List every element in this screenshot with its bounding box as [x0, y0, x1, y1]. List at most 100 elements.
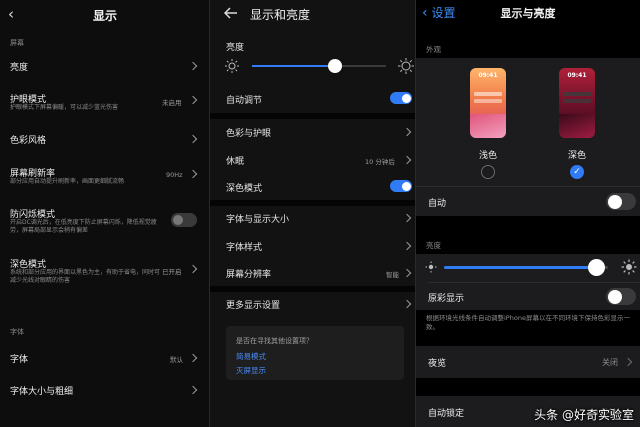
row-title: 色彩与护眼 — [226, 129, 272, 139]
brightness-slider[interactable] — [252, 59, 386, 73]
row-title: 字体样式 — [226, 243, 263, 253]
display-settings-panel-3: ‹ 设置 显示与亮度 外观 09:41 浅色 09:41 深色 ✓ 自动 亮度 … — [416, 0, 640, 427]
toggle-knob — [173, 215, 183, 225]
dark-mode-toggle[interactable] — [390, 180, 412, 192]
chevron-right-icon — [402, 299, 412, 309]
row-divider — [416, 186, 640, 187]
row-title: 休眠 — [226, 157, 245, 167]
toggle-knob — [607, 194, 622, 209]
brightness-label: 亮度 — [226, 43, 245, 53]
preview-wallpaper — [470, 114, 506, 138]
chevron-right-icon — [402, 213, 412, 223]
preview-time: 09:41 — [567, 72, 587, 79]
light-mode-radio[interactable] — [481, 165, 495, 179]
night-shift-label: 夜览 — [428, 359, 447, 369]
row-value: 90Hz — [166, 171, 183, 179]
row-description: 部分应用自动提升刷新率，画面更细腻流畅 — [10, 178, 125, 185]
toggle-knob — [401, 93, 411, 103]
row-value: 未启用 — [162, 99, 182, 107]
link-simple-mode[interactable]: 简易模式 — [236, 351, 266, 362]
preview-notification — [474, 92, 502, 96]
row-title: 深色模式 — [226, 184, 263, 194]
brightness-slider[interactable] — [444, 259, 608, 276]
appearance-group: 09:41 浅色 09:41 深色 ✓ 自动 — [416, 58, 640, 216]
true-tone-description: 根据环境光线条件自动调整iPhone屏幕以在不同环境下保持色彩显示一致。 — [426, 314, 630, 331]
preview-notification — [563, 92, 591, 96]
sun-large-icon — [398, 58, 414, 74]
row-value: 智能 — [386, 271, 399, 279]
chevron-right-icon — [188, 353, 198, 363]
light-mode-preview: 09:41 — [470, 68, 506, 138]
sun-large-icon — [621, 259, 637, 275]
chevron-right-icon — [188, 264, 198, 274]
anti-flicker-toggle[interactable] — [171, 213, 197, 227]
row-value: 默认 — [170, 356, 183, 364]
row-description: 系统和部分应用的界面以黑色为主，有助于省电，同时可减少光线对眼睛的伤害 — [10, 269, 161, 284]
brightness-slider-fill — [252, 65, 336, 67]
auto-lock-label: 自动锁定 — [428, 409, 465, 419]
display-settings-panel-1: ‹ 显示 屏幕 亮度 护眼模式 护眼模式下屏幕偏暖，可以减少蓝光伤害 未启用 色… — [0, 0, 210, 427]
group-separator — [210, 113, 416, 119]
dark-mode-checkmark-icon[interactable]: ✓ — [570, 165, 584, 179]
preview-notification — [474, 99, 502, 103]
group-separator — [210, 200, 416, 206]
true-tone-toggle[interactable] — [606, 288, 636, 305]
row-value: 已开启 — [162, 268, 182, 276]
true-tone-label: 原彩显示 — [428, 294, 465, 304]
row-divider — [428, 282, 640, 283]
brightness-group: 原彩显示 — [416, 254, 640, 310]
link-always-on-display[interactable]: 灭屏显示 — [236, 365, 266, 376]
watermark: 头条 @好奇实验室 — [534, 408, 634, 422]
chevron-right-icon — [623, 357, 633, 367]
row-title: 更多显示设置 — [226, 301, 281, 311]
toggle-knob — [607, 289, 622, 304]
row-value: 10 分钟后 — [365, 158, 395, 166]
row-title: 色彩风格 — [10, 136, 47, 146]
row-title: 字体与显示大小 — [226, 215, 290, 225]
page-title: 显示和亮度 — [250, 8, 311, 22]
row-title: 字体 — [10, 355, 29, 365]
chevron-right-icon — [402, 155, 412, 165]
display-settings-panel-2: 显示和亮度 亮度 自动调节 色彩与护眼 休眠 10 分钟后 深色模式 字体与显示… — [210, 0, 416, 427]
section-header-font: 字体 — [10, 328, 24, 336]
suggestion-card: 是否在寻找其他设置项？ 简易模式 灭屏显示 — [226, 326, 404, 380]
auto-adjust-label: 自动调节 — [226, 96, 263, 106]
row-description: 护眼模式下屏幕偏暖，可以减少蓝光伤害 — [10, 104, 119, 111]
row-title: 字体大小与粗细 — [10, 387, 74, 397]
section-header-brightness: 亮度 — [426, 241, 441, 250]
chevron-right-icon — [188, 134, 198, 144]
back-arrow-icon[interactable] — [224, 7, 238, 19]
light-mode-label: 浅色 — [478, 151, 497, 161]
chevron-right-icon — [402, 127, 412, 137]
section-header-screen: 屏幕 — [10, 39, 24, 47]
group-separator — [210, 286, 416, 292]
preview-time: 09:41 — [478, 72, 498, 79]
suggestion-question: 是否在寻找其他设置项？ — [236, 337, 313, 345]
dark-mode-label: 深色 — [567, 151, 586, 161]
chevron-right-icon — [188, 385, 198, 395]
toggle-knob — [401, 181, 411, 191]
chevron-right-icon — [188, 95, 198, 105]
chevron-right-icon — [188, 169, 198, 179]
night-shift-row[interactable]: 夜览 关闭 — [416, 346, 640, 378]
chevron-right-icon — [402, 268, 412, 278]
chevron-right-icon — [402, 241, 412, 251]
brightness-slider-thumb[interactable] — [328, 59, 343, 73]
auto-appearance-label: 自动 — [428, 199, 447, 209]
section-header-appearance: 外观 — [426, 45, 441, 54]
auto-appearance-toggle[interactable] — [606, 193, 636, 210]
page-title: 显示与亮度 — [500, 7, 556, 20]
preview-notification — [563, 99, 591, 103]
night-shift-value: 关闭 — [602, 358, 618, 367]
page-title: 显示 — [92, 9, 117, 23]
sun-small-icon — [225, 59, 239, 73]
auto-adjust-toggle[interactable] — [390, 92, 412, 104]
row-title: 屏幕分辨率 — [226, 270, 272, 280]
preview-wallpaper — [559, 114, 595, 138]
sun-small-icon — [425, 261, 437, 273]
row-title: 亮度 — [10, 63, 29, 73]
brightness-slider-thumb[interactable] — [588, 259, 606, 276]
row-description: 开启DC调光后，在低亮度下防止屏幕闪烁，降低视觉疲劳，屏幕局部显示会稍有偏差 — [10, 219, 157, 234]
brightness-slider-fill — [444, 266, 597, 269]
dark-mode-preview: 09:41 — [559, 68, 595, 138]
